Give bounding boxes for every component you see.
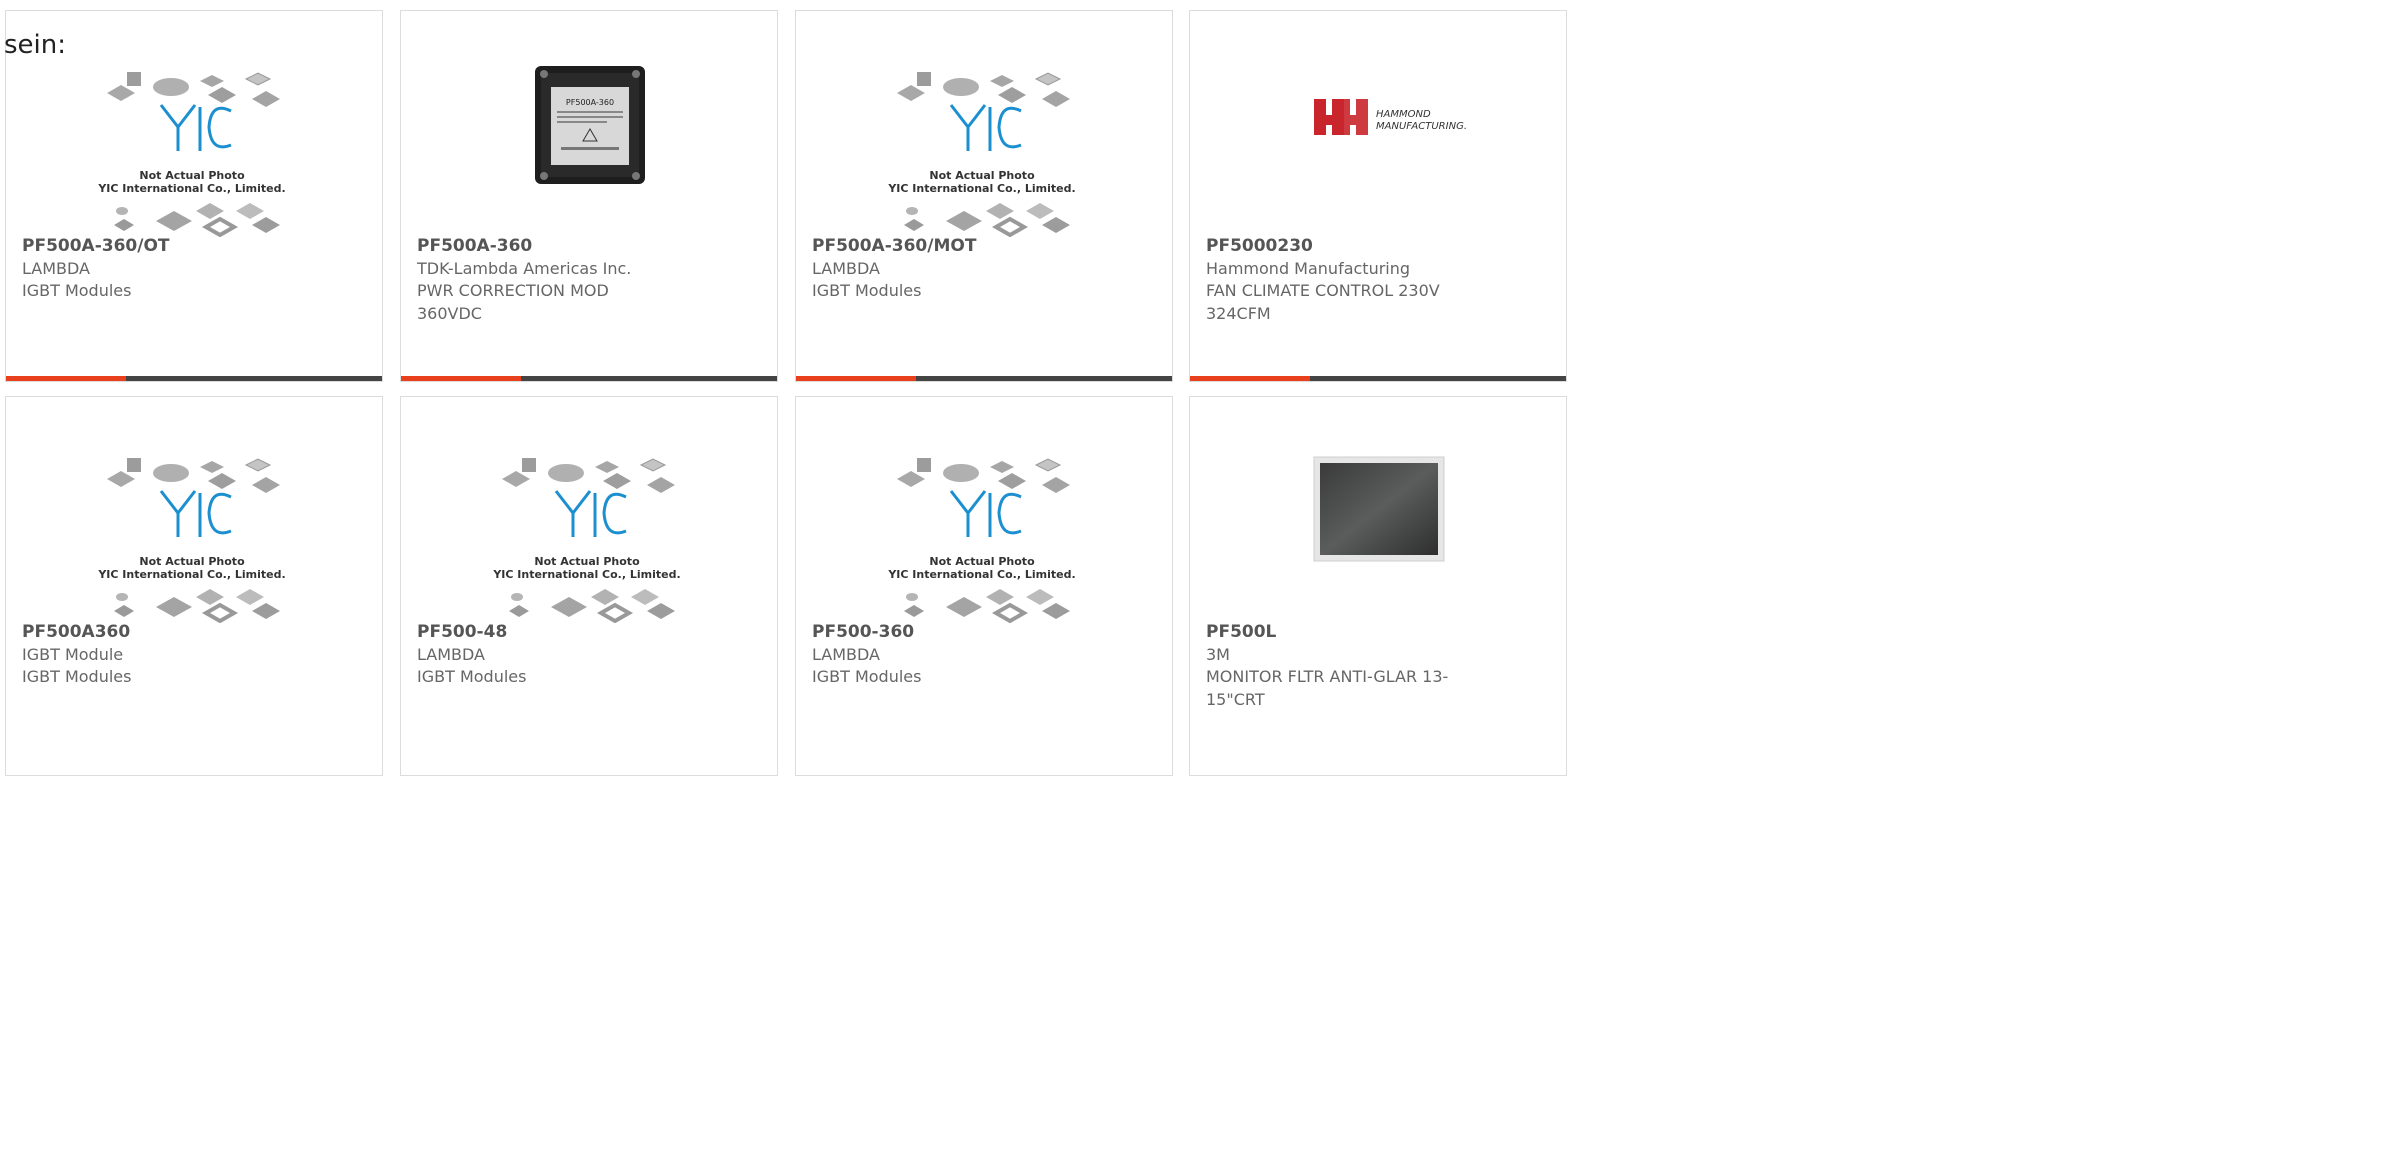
placeholder-line2: YIC International Co., Limited. [887,568,1075,581]
placeholder-line2: YIC International Co., Limited. [97,182,285,195]
placeholder-line2: YIC International Co., Limited. [887,182,1075,195]
placeholder-image: YICNot Actual PhotoYIC International Co.… [887,458,1076,623]
placeholder-line1: Not Actual Photo [139,555,245,568]
product-image[interactable]: YICNot Actual PhotoYIC International Co.… [796,447,1172,623]
product-image[interactable] [1190,447,1566,623]
chip-icons-top [107,72,280,107]
part-number[interactable]: PF500-48 [417,621,677,644]
card-bar-accent [796,376,916,381]
power-module-image: PF500A-360 [535,66,645,184]
product-card[interactable]: HAMMOND MANUFACTURING. PF5000230 Hammond… [1189,10,1567,382]
description: IGBT Modules [812,281,922,300]
chip-icons-bottom [904,589,1070,623]
yic-logo [949,104,1022,151]
hammond-logo-image: HAMMOND MANUFACTURING. [1314,99,1467,135]
placeholder-image: YICNot Actual PhotoYIC International Co.… [97,72,286,237]
part-number[interactable]: PF500-360 [812,621,1072,644]
card-bar-accent [6,376,126,381]
description: IGBT Modules [22,667,132,686]
chip-icons-top [897,72,1070,107]
product-image[interactable]: HAMMOND MANUFACTURING. [1190,61,1566,237]
product-image[interactable]: YICNot Actual PhotoYIC International Co.… [401,447,777,623]
card-bar [1190,376,1566,381]
part-number[interactable]: PF500A-360 [417,235,677,258]
placeholder-image: YICNot Actual PhotoYIC International Co.… [97,458,286,623]
placeholder-line1: Not Actual Photo [139,169,245,182]
manufacturer: IGBT Module [22,644,124,664]
monitor-filter-image [1313,456,1445,562]
card-bar [796,376,1172,381]
manufacturer: LAMBDA [22,258,90,278]
yic-logo [159,104,232,151]
description: FAN CLIMATE CONTROL 230V 324CFM [1206,281,1440,323]
placeholder-line2: YIC International Co., Limited. [492,568,680,581]
description: IGBT Modules [417,667,527,686]
chip-icons-bottom [904,203,1070,237]
manufacturer: LAMBDA [417,644,485,664]
chip-icons-top [107,458,280,493]
part-number[interactable]: PF5000230 [1206,235,1466,258]
part-number[interactable]: PF500A-360/OT [22,235,282,258]
product-card[interactable]: YICNot Actual PhotoYIC International Co.… [795,10,1173,382]
product-card[interactable]: PF500A-360 PF500A-360 TDK-Lambda America… [400,10,778,382]
card-bar [401,376,777,381]
product-card[interactable]: PF500L 3M MONITOR FLTR ANTI-GLAR 13-15"C… [1189,396,1567,776]
product-image[interactable]: YICNot Actual PhotoYIC International Co.… [6,447,382,623]
description: MONITOR FLTR ANTI-GLAR 13-15"CRT [1206,667,1449,709]
intro-text: sein: [4,30,67,60]
part-number[interactable]: PF500L [1206,621,1466,644]
product-card[interactable]: YICNot Actual PhotoYIC International Co.… [5,10,383,382]
manufacturer: TDK-Lambda Americas Inc. [417,258,632,278]
product-grid-page: sein: YICNot Actual PhotoYIC Internation… [0,0,1568,776]
placeholder-line1: Not Actual Photo [534,555,640,568]
placeholder-line1: Not Actual Photo [929,169,1035,182]
placeholder-line2: YIC International Co., Limited. [97,568,285,581]
card-bar-accent [401,376,521,381]
product-image[interactable]: YICNot Actual PhotoYIC International Co.… [6,61,382,237]
module-label: PF500A-360 [566,98,614,107]
product-card[interactable]: YICNot Actual PhotoYIC International Co.… [400,396,778,776]
chip-icons-bottom [509,589,675,623]
product-image[interactable]: PF500A-360 [401,61,777,237]
manufacturer: LAMBDA [812,258,880,278]
chip-icons-top [502,458,675,493]
card-bar [6,376,382,381]
placeholder-line1: Not Actual Photo [929,555,1035,568]
description: IGBT Modules [812,667,922,686]
manufacturer: Hammond Manufacturing [1206,258,1411,278]
product-image[interactable]: YICNot Actual PhotoYIC International Co.… [796,61,1172,237]
part-number[interactable]: PF500A-360/MOT [812,235,1072,258]
yic-logo [159,490,232,537]
product-card[interactable]: YICNot Actual PhotoYIC International Co.… [5,396,383,776]
yic-logo [949,490,1022,537]
description: PWR CORRECTION MOD 360VDC [417,281,609,323]
description: IGBT Modules [22,281,132,300]
chip-icons-top [897,458,1070,493]
hammond-logo-line2: MANUFACTURING. [1376,121,1467,132]
placeholder-image: YICNot Actual PhotoYIC International Co.… [492,458,681,623]
card-bar-accent [1190,376,1310,381]
placeholder-image: YICNot Actual PhotoYIC International Co.… [887,72,1076,237]
chip-icons-bottom [114,203,280,237]
manufacturer: LAMBDA [812,644,880,664]
hammond-logo-line1: HAMMOND [1376,109,1431,120]
manufacturer: 3M [1206,644,1230,664]
part-number[interactable]: PF500A360 [22,621,282,644]
product-card[interactable]: YICNot Actual PhotoYIC International Co.… [795,396,1173,776]
yic-logo [554,490,627,537]
chip-icons-bottom [114,589,280,623]
